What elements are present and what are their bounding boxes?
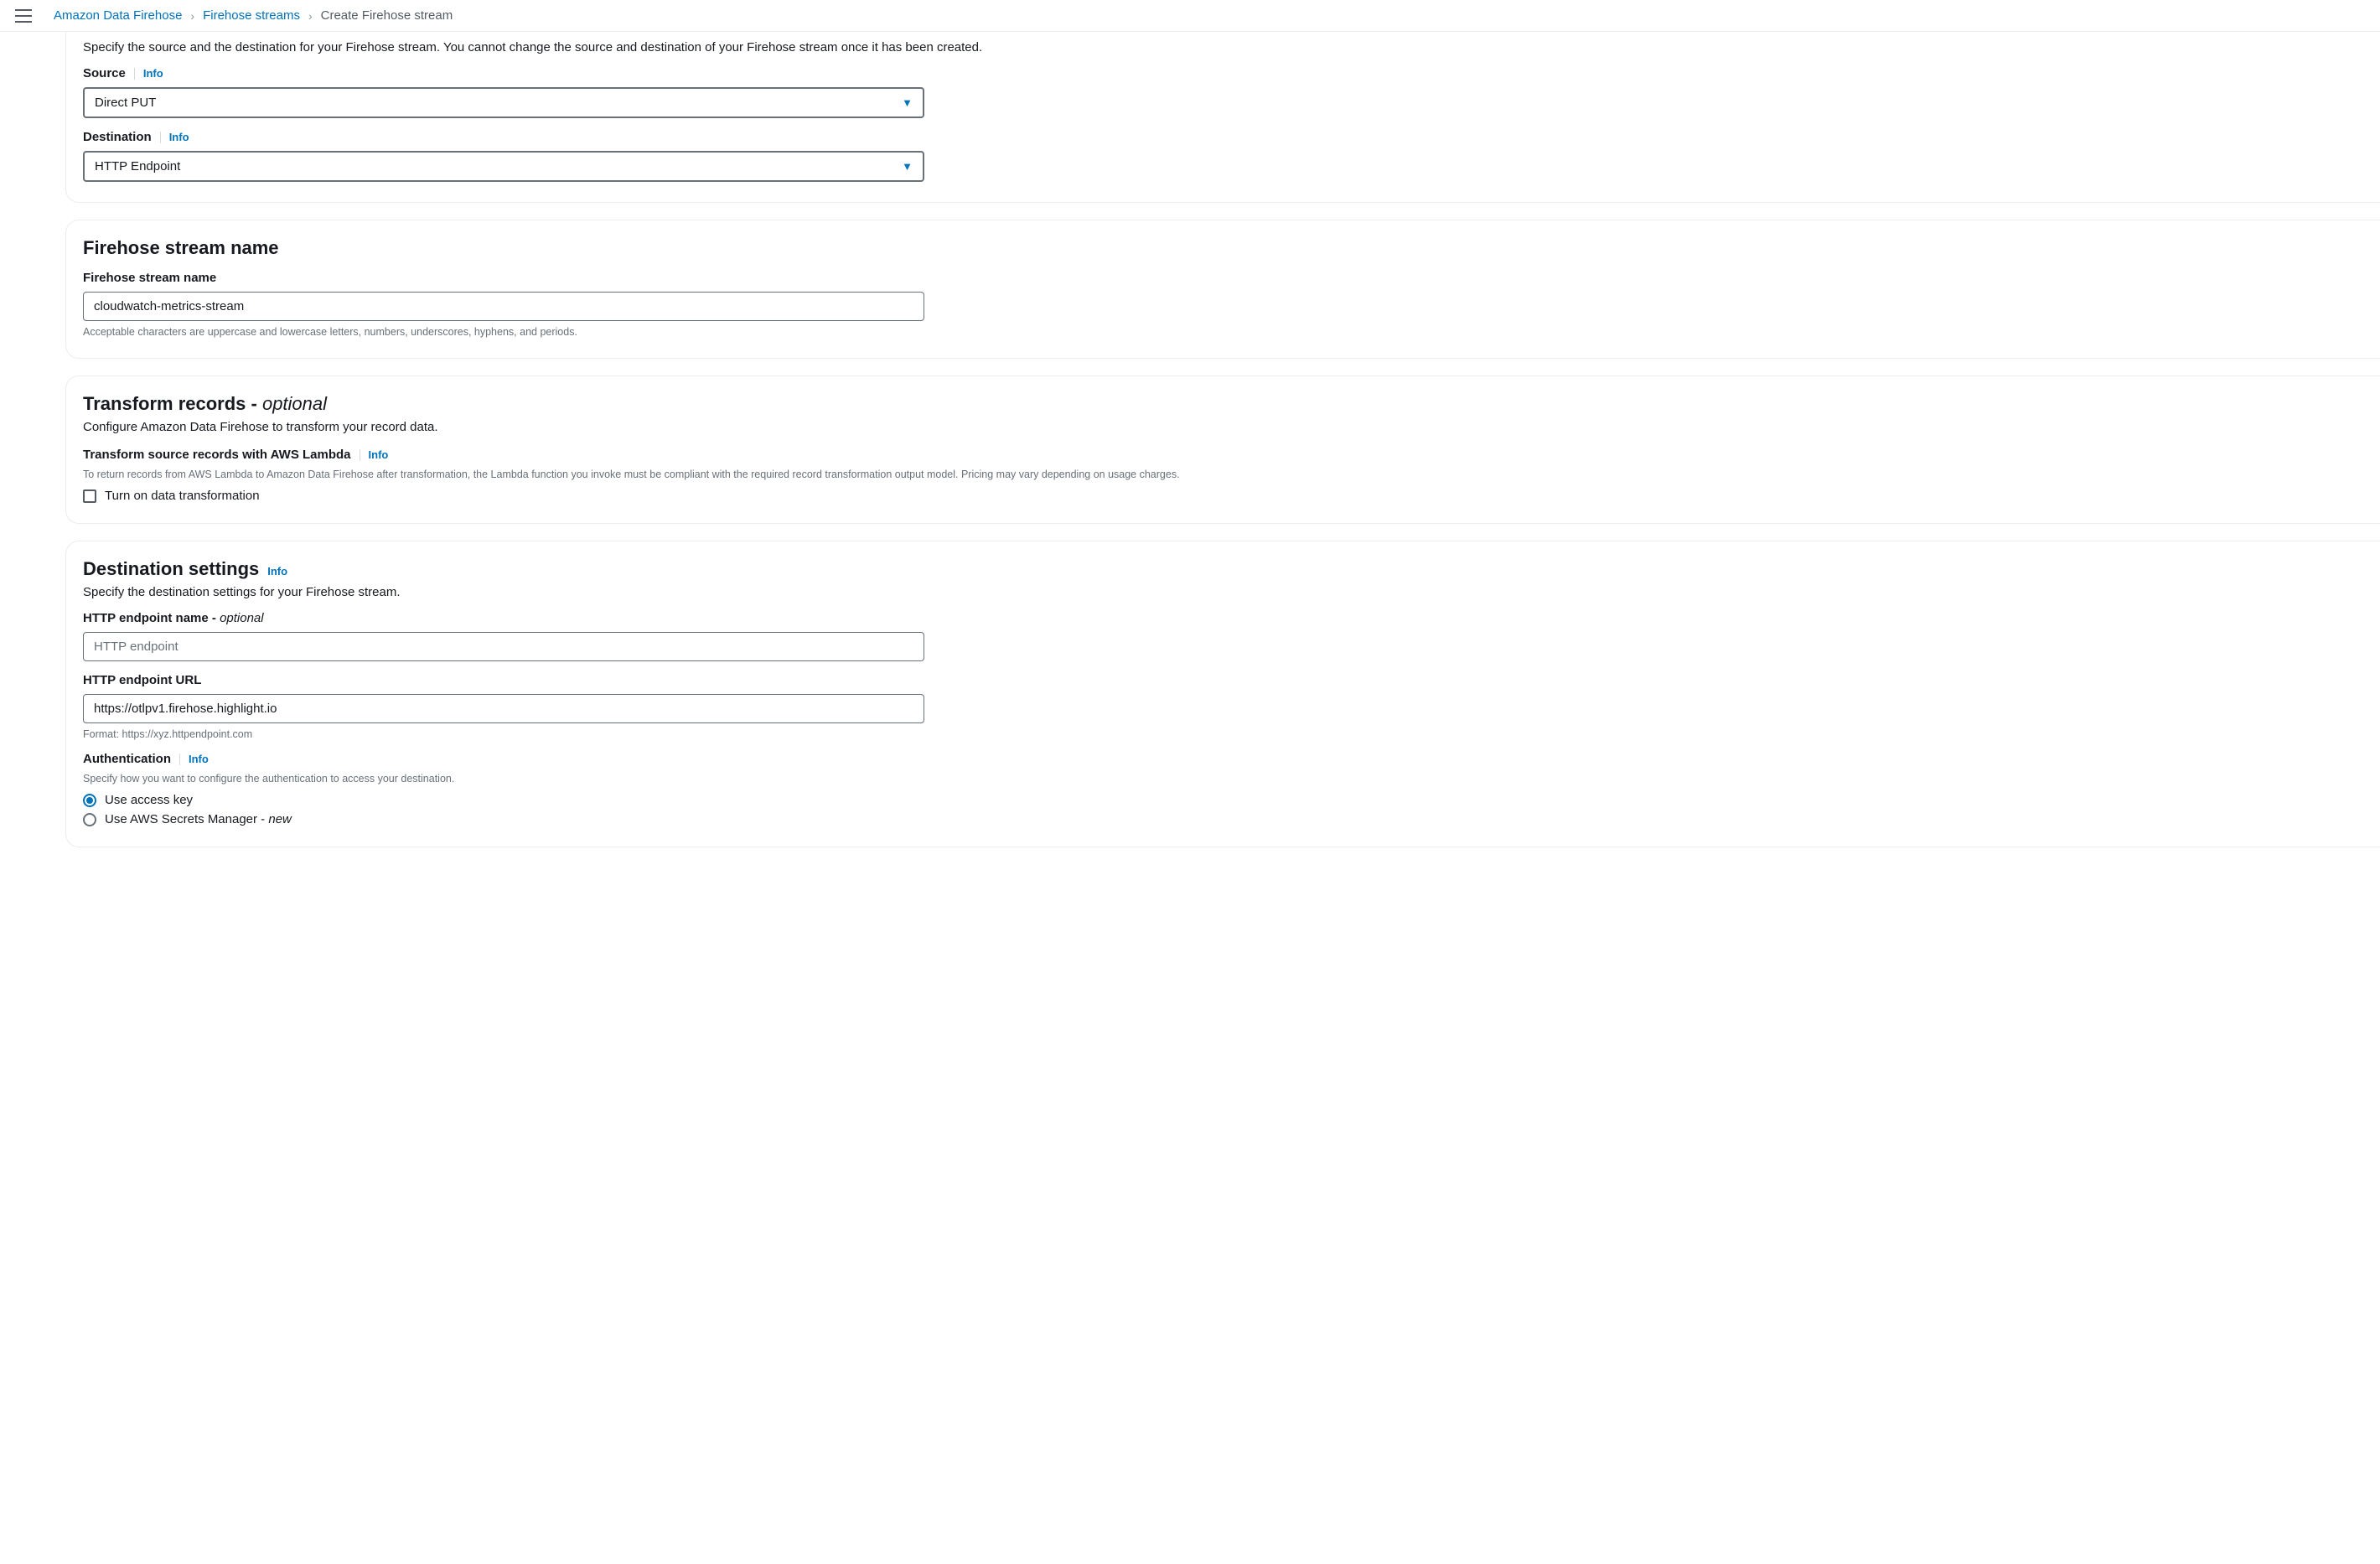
field-authentication: Authentication Info Specify how you want…: [83, 752, 2346, 826]
dest-settings-heading: Destination settings: [83, 558, 259, 580]
top-bar: Amazon Data Firehose › Firehose streams …: [0, 0, 2380, 32]
lambda-heading: Transform source records with AWS Lambda: [83, 448, 351, 462]
endpoint-name-input[interactable]: [83, 632, 924, 661]
breadcrumb-current: Create Firehose stream: [321, 8, 453, 23]
endpoint-url-input[interactable]: [83, 694, 924, 723]
transform-heading-optional: optional: [262, 393, 327, 414]
stream-name-label: Firehose stream name: [83, 271, 216, 285]
caret-down-icon: ▼: [902, 96, 913, 109]
field-source: Source Info Direct PUT ▼: [83, 66, 2346, 118]
source-dest-description: Specify the source and the destination f…: [83, 40, 2346, 54]
panel-stream-name: Firehose stream name Firehose stream nam…: [65, 220, 2380, 359]
stream-name-heading: Firehose stream name: [83, 237, 2346, 259]
page-content: Specify the source and the destination f…: [0, 32, 2380, 881]
transform-heading: Transform records - optional: [83, 393, 2346, 415]
info-link-auth[interactable]: Info: [189, 753, 209, 765]
hamburger-menu-icon[interactable]: [15, 9, 32, 23]
field-endpoint-url: HTTP endpoint URL Format: https://xyz.ht…: [83, 673, 2346, 740]
destination-select[interactable]: HTTP Endpoint ▼: [83, 151, 924, 182]
info-link-source[interactable]: Info: [143, 67, 163, 80]
caret-down-icon: ▼: [902, 160, 913, 173]
source-select[interactable]: Direct PUT ▼: [83, 87, 924, 118]
auth-radio-access-key-label: Use access key: [105, 793, 193, 807]
auth-option-secrets-row: Use AWS Secrets Manager - new: [83, 812, 2346, 826]
endpoint-name-label: HTTP endpoint name - optional: [83, 611, 264, 625]
source-select-value: Direct PUT: [95, 96, 156, 110]
info-link-dest-settings[interactable]: Info: [267, 565, 287, 577]
field-stream-name: Firehose stream name Acceptable characte…: [83, 271, 2346, 338]
auth-subtitle: Specify how you want to configure the au…: [83, 773, 2346, 785]
transform-checkbox-label: Turn on data transformation: [105, 489, 260, 503]
breadcrumb-link-streams[interactable]: Firehose streams: [203, 8, 300, 23]
auth-radio-secrets-manager[interactable]: [83, 813, 96, 826]
transform-heading-text: Transform records -: [83, 393, 262, 414]
auth-option-access-key-row: Use access key: [83, 793, 2346, 807]
auth-radio-secrets-label: Use AWS Secrets Manager - new: [105, 812, 292, 826]
source-label: Source: [83, 66, 126, 80]
transform-subtitle: Configure Amazon Data Firehose to transf…: [83, 420, 2346, 434]
field-endpoint-name: HTTP endpoint name - optional: [83, 611, 2346, 661]
lambda-hint: To return records from AWS Lambda to Ama…: [83, 469, 2346, 480]
breadcrumbs: Amazon Data Firehose › Firehose streams …: [54, 8, 453, 23]
auth-radio-access-key[interactable]: [83, 794, 96, 807]
info-link-destination[interactable]: Info: [169, 131, 189, 143]
divider: [134, 68, 135, 80]
panel-source-destination: Specify the source and the destination f…: [65, 32, 2380, 203]
breadcrumb-link-service[interactable]: Amazon Data Firehose: [54, 8, 182, 23]
dest-settings-subtitle: Specify the destination settings for you…: [83, 585, 2346, 599]
destination-label: Destination: [83, 130, 152, 144]
info-link-lambda[interactable]: Info: [369, 448, 389, 461]
destination-select-value: HTTP Endpoint: [95, 159, 180, 173]
divider: [160, 132, 161, 143]
chevron-right-icon: ›: [190, 9, 194, 23]
stream-name-input[interactable]: [83, 292, 924, 321]
transform-checkbox[interactable]: [83, 489, 96, 503]
transform-checkbox-row: Turn on data transformation: [83, 489, 2346, 503]
divider: [179, 754, 180, 765]
endpoint-url-hint: Format: https://xyz.httpendpoint.com: [83, 728, 2346, 740]
panel-destination-settings: Destination settings Info Specify the de…: [65, 541, 2380, 847]
auth-radio-group: Use access key Use AWS Secrets Manager -…: [83, 793, 2346, 826]
endpoint-url-label: HTTP endpoint URL: [83, 673, 201, 687]
panel-transform-records: Transform records - optional Configure A…: [65, 375, 2380, 524]
stream-name-hint: Acceptable characters are uppercase and …: [83, 326, 2346, 338]
field-destination: Destination Info HTTP Endpoint ▼: [83, 130, 2346, 182]
chevron-right-icon: ›: [308, 9, 313, 23]
auth-heading: Authentication: [83, 752, 171, 766]
